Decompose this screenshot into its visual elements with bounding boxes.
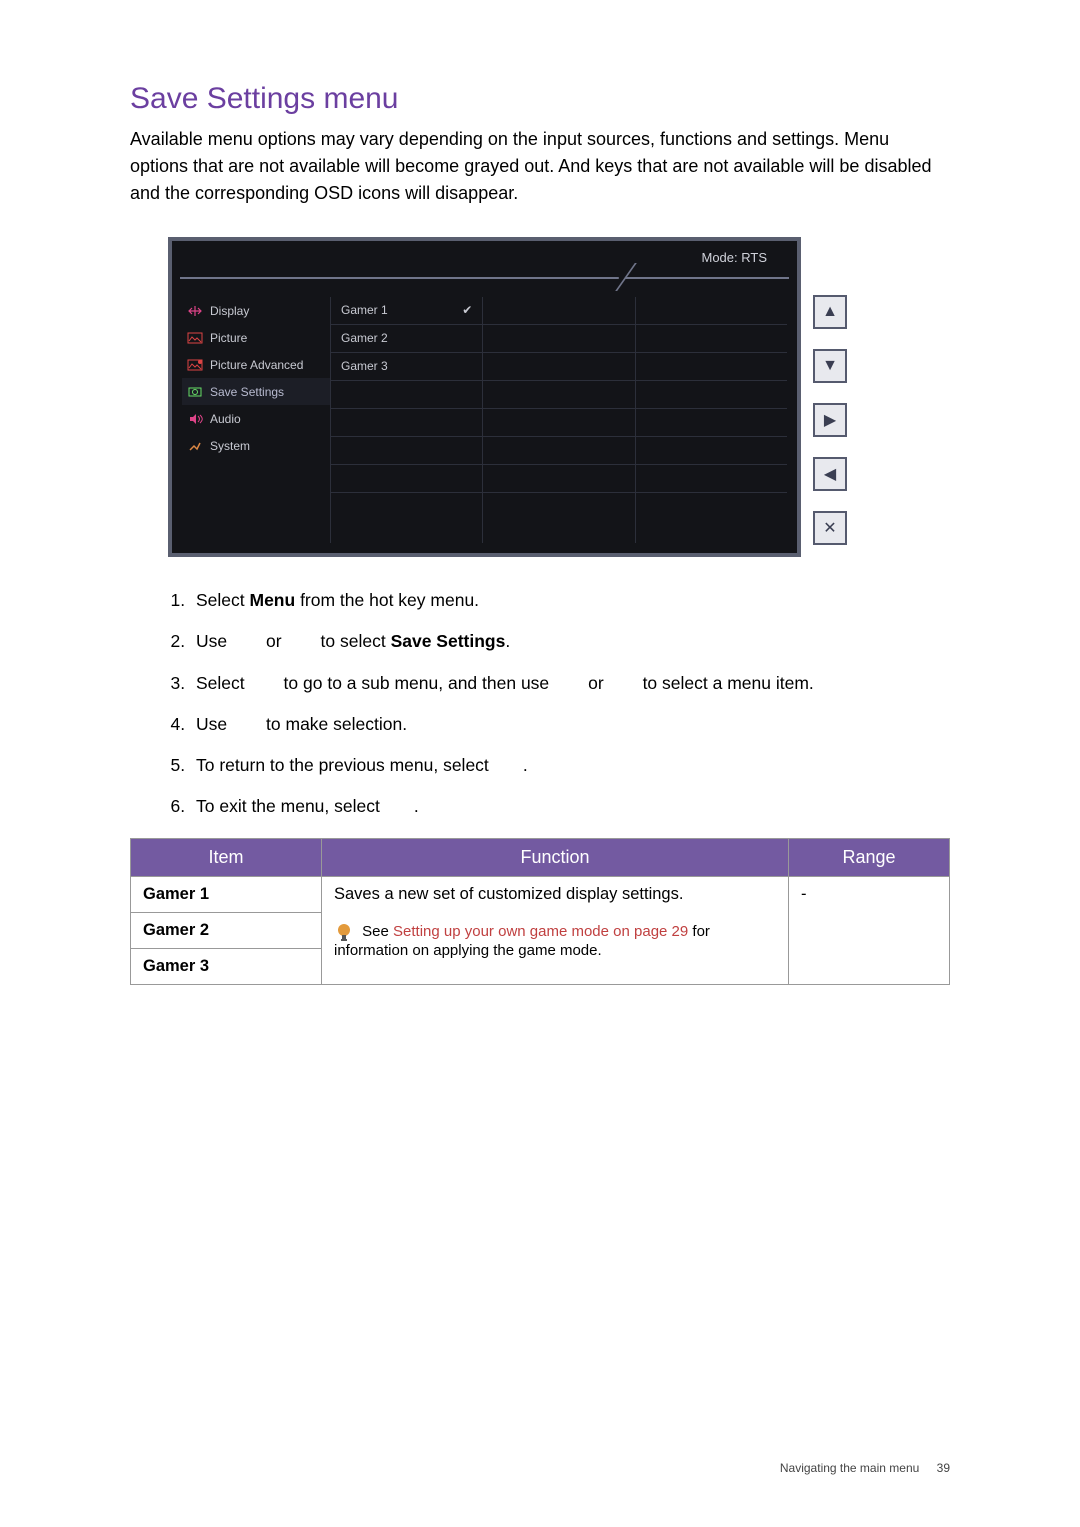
save-icon xyxy=(186,385,204,399)
sidebar-item-label: Audio xyxy=(210,412,241,426)
option-label: Gamer 2 xyxy=(341,325,388,352)
sidebar-item-label: Picture Advanced xyxy=(210,358,303,372)
left-button[interactable]: ◀ xyxy=(813,457,847,491)
item-gamer-2: Gamer 2 xyxy=(131,912,322,948)
close-icon: ✕ xyxy=(823,518,836,538)
osd-column-b xyxy=(482,297,634,543)
down-button[interactable]: ▼ xyxy=(813,349,847,383)
right-button[interactable]: ▶ xyxy=(813,403,847,437)
intro-text: Available menu options may vary dependin… xyxy=(130,126,950,207)
option-gamer-2[interactable]: Gamer 2 xyxy=(331,325,482,353)
sidebar-item-system[interactable]: System xyxy=(182,432,330,459)
osd-side-buttons: ▲ ▼ ▶ ◀ ✕ xyxy=(813,237,847,545)
item-gamer-3: Gamer 3 xyxy=(131,948,322,984)
function-cell: Saves a new set of customized display se… xyxy=(322,876,789,984)
sidebar-item-label: System xyxy=(210,439,250,453)
mode-label: Mode: RTS xyxy=(701,250,767,265)
option-gamer-1[interactable]: Gamer 1 ✔ xyxy=(331,297,482,325)
sidebar-item-label: Save Settings xyxy=(210,385,284,399)
arrow-left-icon: ◀ xyxy=(824,464,836,484)
item-gamer-1: Gamer 1 xyxy=(131,876,322,912)
function-text: Saves a new set of customized display se… xyxy=(334,885,776,904)
option-label: Gamer 3 xyxy=(341,353,388,380)
instruction-list: Select Menu from the hot key menu. Use o… xyxy=(150,587,950,820)
reference-table: Item Function Range Gamer 1 Saves a new … xyxy=(130,838,950,985)
picture-adv-icon xyxy=(186,358,204,372)
display-icon xyxy=(186,304,204,318)
th-item: Item xyxy=(131,838,322,876)
osd-column-c xyxy=(635,297,787,543)
option-gamer-3[interactable]: Gamer 3 xyxy=(331,353,482,381)
close-button[interactable]: ✕ xyxy=(813,511,847,545)
sidebar-item-picture-advanced[interactable]: Picture Advanced xyxy=(182,351,330,378)
footer: Navigating the main menu 39 xyxy=(780,1461,950,1475)
sidebar-item-label: Picture xyxy=(210,331,247,345)
step-3: Select to go to a sub menu, and then use… xyxy=(190,670,950,696)
arrow-down-icon: ▼ xyxy=(822,357,838,375)
sidebar-item-label: Display xyxy=(210,304,249,318)
sidebar-item-picture[interactable]: Picture xyxy=(182,324,330,351)
check-icon: ✔ xyxy=(462,297,472,324)
th-function: Function xyxy=(322,838,789,876)
sidebar-item-display[interactable]: Display xyxy=(182,297,330,324)
osd-sidebar: Display Picture Picture Advanced xyxy=(182,297,330,543)
audio-icon xyxy=(186,412,204,426)
up-button[interactable]: ▲ xyxy=(813,295,847,329)
range-cell: - xyxy=(789,876,950,984)
osd-options-column: Gamer 1 ✔ Gamer 2 Gamer 3 xyxy=(330,297,482,543)
step-6: To exit the menu, select . xyxy=(190,793,950,819)
osd-panel: Mode: RTS Display Picture xyxy=(168,237,801,557)
lightbulb-icon xyxy=(334,922,354,942)
step-4: Use to make selection. xyxy=(190,711,950,737)
step-5: To return to the previous menu, select . xyxy=(190,752,950,778)
link-game-mode[interactable]: Setting up your own game mode on page 29 xyxy=(393,922,688,939)
page-title: Save Settings menu xyxy=(130,82,950,116)
th-range: Range xyxy=(789,838,950,876)
page-number: 39 xyxy=(937,1461,950,1475)
system-icon xyxy=(186,439,204,453)
sidebar-item-save-settings[interactable]: Save Settings xyxy=(182,378,330,405)
arrow-right-icon: ▶ xyxy=(824,410,836,430)
footer-text: Navigating the main menu xyxy=(780,1461,919,1475)
option-label: Gamer 1 xyxy=(341,297,388,324)
step-2: Use or to select Save Settings. xyxy=(190,628,950,654)
sidebar-item-audio[interactable]: Audio xyxy=(182,405,330,432)
arrow-up-icon: ▲ xyxy=(822,303,838,321)
step-1: Select Menu from the hot key menu. xyxy=(190,587,950,613)
picture-icon xyxy=(186,331,204,345)
